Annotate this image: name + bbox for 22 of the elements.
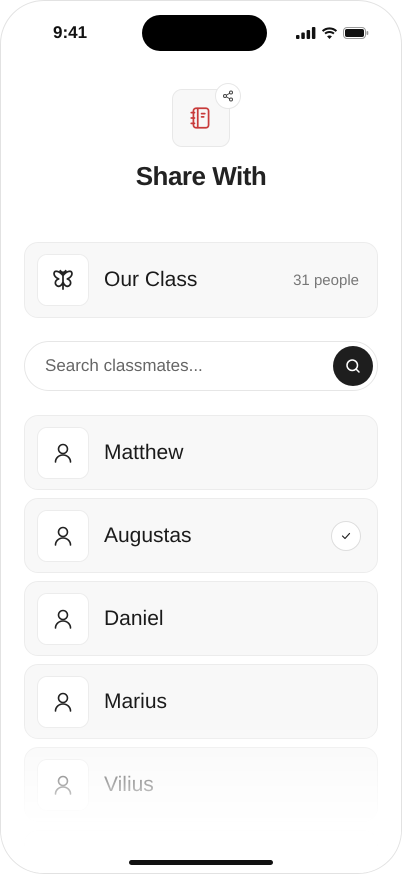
- share-button[interactable]: [215, 83, 241, 109]
- classmate-row[interactable]: Augustas: [24, 498, 378, 573]
- wifi-icon: [321, 27, 338, 39]
- search-field[interactable]: Search classmates...: [24, 341, 378, 391]
- classmate-row[interactable]: Matthew: [24, 415, 378, 490]
- group-card[interactable]: Our Class 31 people: [24, 242, 378, 318]
- battery-icon: [343, 27, 369, 39]
- classmate-row[interactable]: Marius: [24, 664, 378, 739]
- signal-icon: [296, 27, 316, 39]
- member-count: 31 people: [293, 272, 359, 288]
- share-icon: [222, 90, 234, 102]
- group-name: Our Class: [104, 268, 198, 292]
- butterfly-icon: [50, 267, 76, 293]
- status-time: 9:41: [53, 23, 88, 43]
- classmate-name: Vilius: [104, 772, 155, 796]
- classmate-name: Daniel: [104, 606, 165, 630]
- classmate-name: Marius: [104, 690, 168, 714]
- classmate-name: Augustas: [104, 524, 193, 548]
- search-icon: [344, 357, 362, 375]
- classmate-row[interactable]: Daniel: [24, 581, 378, 656]
- screen-title: Share With: [136, 161, 266, 192]
- classmate-name: Matthew: [104, 440, 184, 464]
